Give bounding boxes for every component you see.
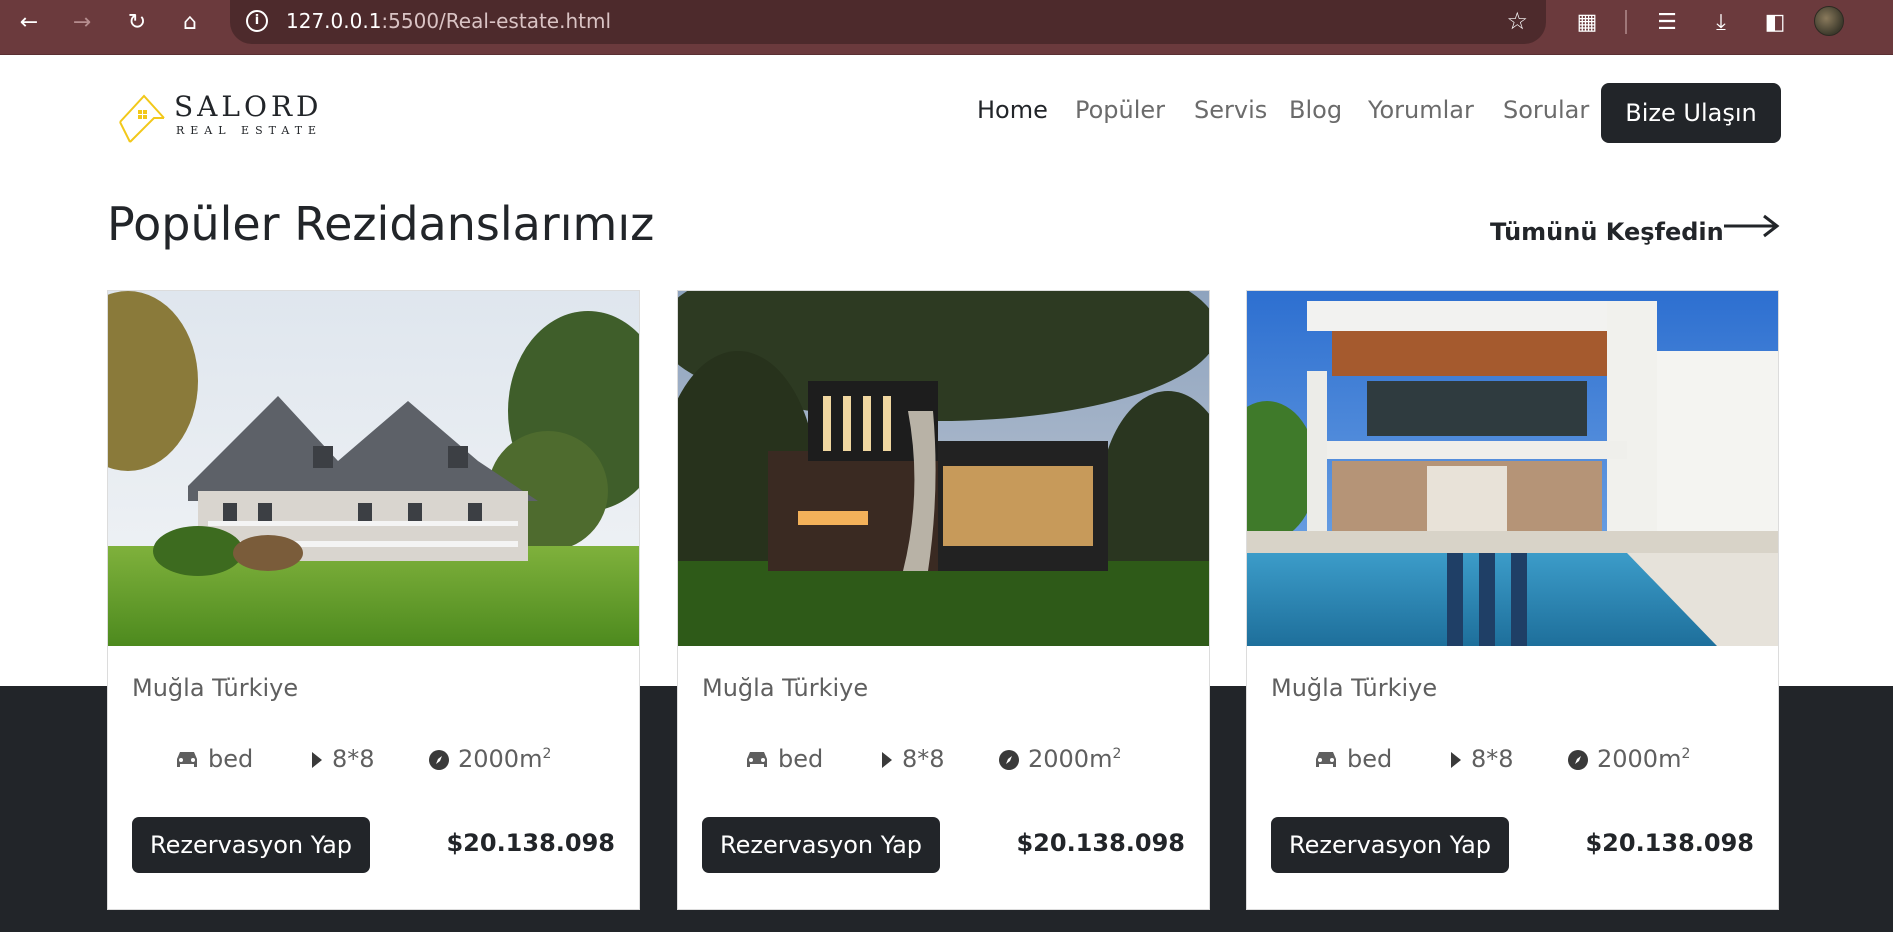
feature-bed: bed [1313, 745, 1392, 779]
profile-avatar[interactable] [1814, 6, 1844, 36]
house-logo-icon [119, 94, 165, 143]
book-button[interactable]: Rezervasyon Yap [702, 817, 940, 873]
nav-yorumlar[interactable]: Yorumlar [1368, 96, 1474, 128]
nav-populer[interactable]: Popüler [1075, 96, 1165, 128]
play-icon [1451, 752, 1461, 768]
feature-bed-label: bed [1347, 745, 1393, 773]
url-host: 127.0.0.1 [286, 9, 382, 33]
home-icon[interactable]: ⌂ [173, 6, 207, 40]
explore-all-link[interactable]: Tümünü Keşfedin [1490, 218, 1724, 246]
feature-size: 8*8 [880, 745, 945, 779]
property-location: Muğla Türkiye [702, 674, 869, 702]
feature-bed: bed [744, 745, 823, 779]
property-price: $20.138.098 [446, 829, 615, 857]
property-price: $20.138.098 [1585, 829, 1754, 857]
property-location: Muğla Türkiye [132, 674, 299, 702]
property-price: $20.138.098 [1016, 829, 1185, 857]
nav-blog[interactable]: Blog [1289, 96, 1342, 128]
info-icon[interactable]: i [246, 10, 268, 32]
feature-size-label: 8*8 [332, 745, 375, 773]
contact-button[interactable]: Bize Ulaşın [1601, 83, 1781, 143]
section-title: Popüler Rezidanslarımız [107, 197, 655, 251]
reload-icon[interactable]: ↻ [120, 6, 154, 40]
feature-area-label: 2000m [1597, 745, 1682, 773]
nav-home[interactable]: Home [977, 96, 1048, 128]
feature-area: 2000m2 [998, 745, 1121, 779]
play-icon [312, 752, 322, 768]
feature-size-label: 8*8 [1471, 745, 1514, 773]
back-arrow-icon[interactable]: ← [12, 6, 46, 40]
feature-size-label: 8*8 [902, 745, 945, 773]
property-photo[interactable] [108, 291, 639, 646]
feature-area-label: 2000m [1028, 745, 1113, 773]
feature-area-sup: 2 [1681, 746, 1691, 762]
car-icon [1316, 752, 1336, 767]
feature-bed-label: bed [778, 745, 824, 773]
url-path: :5500/Real-estate.html [381, 9, 612, 33]
property-card: Muğla Türkiye bed 8*8 2000m2 Rezervasyon… [677, 290, 1210, 910]
property-card: Muğla Türkiye bed 8*8 2000m2 Rezervasyon… [107, 290, 640, 910]
media-queue-icon[interactable]: ☰ [1650, 6, 1684, 40]
feature-area: 2000m2 [1567, 745, 1690, 779]
book-button[interactable]: Rezervasyon Yap [1271, 817, 1509, 873]
feature-bed-label: bed [208, 745, 254, 773]
browser-toolbar: ← → ↻ ⌂ i 127.0.0.1:5500/Real-estate.htm… [0, 0, 1893, 55]
url-text: 127.0.0.1:5500/Real-estate.html [286, 9, 611, 33]
feature-size: 8*8 [310, 745, 375, 779]
logo-brand-text: SALORD [174, 90, 323, 123]
property-card: Muğla Türkiye bed 8*8 2000m2 Rezervasyon… [1246, 290, 1779, 910]
feature-size: 8*8 [1449, 745, 1514, 779]
feature-area-sup: 2 [1112, 746, 1122, 762]
feature-area: 2000m2 [428, 745, 551, 779]
long-arrow-right-icon[interactable] [1722, 212, 1780, 240]
play-icon [882, 752, 892, 768]
logo-sub-text: REAL ESTATE [176, 124, 323, 137]
side-panel-icon[interactable]: ◧ [1758, 6, 1792, 40]
compass-icon [429, 750, 449, 770]
property-location: Muğla Türkiye [1271, 674, 1438, 702]
feature-area-sup: 2 [542, 746, 552, 762]
car-icon [747, 752, 767, 767]
book-button[interactable]: Rezervasyon Yap [132, 817, 370, 873]
extensions-icon[interactable]: ▦ [1570, 6, 1604, 40]
car-icon [177, 752, 197, 767]
feature-bed: bed [174, 745, 253, 779]
property-photo[interactable] [1247, 291, 1778, 646]
bookmark-star-icon[interactable]: ☆ [1506, 7, 1528, 35]
forward-arrow-icon[interactable]: → [65, 6, 99, 40]
feature-area-label: 2000m [458, 745, 543, 773]
nav-sorular[interactable]: Sorular [1503, 96, 1589, 128]
site-logo[interactable]: SALORD REAL ESTATE [116, 86, 326, 144]
property-photo[interactable] [678, 291, 1209, 646]
compass-icon [999, 750, 1019, 770]
compass-icon [1568, 750, 1588, 770]
nav-servis[interactable]: Servis [1194, 96, 1267, 128]
address-bar[interactable]: i 127.0.0.1:5500/Real-estate.html ☆ [230, 0, 1546, 44]
download-icon[interactable]: ⤓ [1704, 6, 1738, 40]
toolbar-divider [1625, 10, 1627, 34]
